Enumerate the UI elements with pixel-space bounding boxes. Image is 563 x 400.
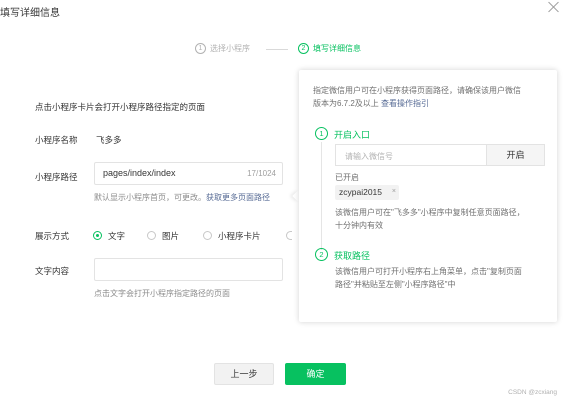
step-2-number: 2 xyxy=(298,43,309,54)
mini-program-path-input[interactable]: pages/index/index 17/1024 xyxy=(94,162,283,185)
previous-step-button[interactable]: 上一步 xyxy=(214,363,274,385)
step-1-desc-line1: 该微信用户可在"飞多多"小程序中复制任意页面路径， xyxy=(335,208,525,217)
step-1-desc-line2: 十分钟内有效 xyxy=(335,221,383,230)
close-icon[interactable] xyxy=(547,0,561,14)
panel-step-2-title: 获取路径 xyxy=(334,251,371,261)
dialog-title: 填写详细信息 xyxy=(0,8,60,19)
panel-step-connector xyxy=(321,142,322,250)
wechat-id-input[interactable]: 请输入微信号 xyxy=(335,144,487,166)
text-content-input[interactable] xyxy=(94,258,283,281)
enable-button[interactable]: 开启 xyxy=(487,144,545,166)
mini-program-name-value: 飞多多 xyxy=(96,135,122,145)
radio-card[interactable] xyxy=(203,231,212,240)
watermark: CSDN @zcxiang xyxy=(508,389,557,396)
radio-partial xyxy=(286,231,292,240)
panel-step-1-number: 1 xyxy=(315,127,328,140)
form-intro: 点击小程序卡片会打开小程序路径指定的页面 xyxy=(35,102,206,112)
mini-program-path-label: 小程序路径 xyxy=(35,172,78,182)
step-2-label: 填写详细信息 xyxy=(313,44,361,53)
panel-intro: 指定微信用户可在小程序获得页面路径，请确保该用户微信 版本为6.7.2及以上 查… xyxy=(313,84,549,110)
confirm-button[interactable]: 确定 xyxy=(285,363,346,385)
panel-step-2-number: 2 xyxy=(315,248,328,261)
step-2-desc-line2: 路径"并粘贴至左侧"小程序路径"中 xyxy=(335,280,456,289)
enabled-user-tag: zcypai2015 × xyxy=(335,185,399,200)
path-hint: 默认显示小程序首页，可更改。获取更多页面路径 xyxy=(94,192,270,203)
panel-intro-line2: 版本为6.7.2及以上 xyxy=(313,99,379,108)
radio-image[interactable] xyxy=(147,231,156,240)
remove-tag-icon[interactable]: × xyxy=(392,188,396,195)
panel-intro-line1: 指定微信用户可在小程序获得页面路径，请确保该用户微信 xyxy=(313,86,521,95)
step-1-number: 1 xyxy=(195,43,206,54)
radio-text-label: 文字 xyxy=(108,231,126,241)
panel-step-1-title: 开启入口 xyxy=(334,130,371,140)
enabled-label: 已开启 xyxy=(335,173,359,182)
radio-card-label: 小程序卡片 xyxy=(218,231,261,241)
path-guide-panel: 指定微信用户可在小程序获得页面路径，请确保该用户微信 版本为6.7.2及以上 查… xyxy=(299,70,557,322)
step-connector xyxy=(266,49,288,50)
path-input-value: pages/index/index xyxy=(103,168,176,178)
radio-text[interactable] xyxy=(93,231,102,240)
step-1-label: 选择小程序 xyxy=(210,44,250,53)
view-guide-link[interactable]: 查看操作指引 xyxy=(381,99,429,108)
radio-image-label: 图片 xyxy=(162,231,180,241)
text-content-hint: 点击文字会打开小程序指定路径的页面 xyxy=(94,289,230,298)
display-mode-label: 展示方式 xyxy=(35,231,70,241)
text-content-label: 文字内容 xyxy=(35,266,70,276)
step-2-desc-line1: 该微信用户可打开小程序右上角菜单，点击"复制页面 xyxy=(335,267,522,276)
enabled-user-name: zcypai2015 xyxy=(339,187,383,197)
step-1-description: 该微信用户可在"飞多多"小程序中复制任意页面路径， 十分钟内有效 xyxy=(335,206,551,232)
get-more-paths-link[interactable]: 获取更多页面路径 xyxy=(206,193,270,202)
path-char-counter: 17/1024 xyxy=(247,169,276,178)
wechat-id-placeholder: 请输入微信号 xyxy=(345,152,393,161)
mini-program-name-label: 小程序名称 xyxy=(35,135,78,145)
step-2-description: 该微信用户可打开小程序右上角菜单，点击"复制页面 路径"并粘贴至左侧"小程序路径… xyxy=(335,265,551,291)
path-hint-text: 默认显示小程序首页，可更改。 xyxy=(94,193,206,202)
